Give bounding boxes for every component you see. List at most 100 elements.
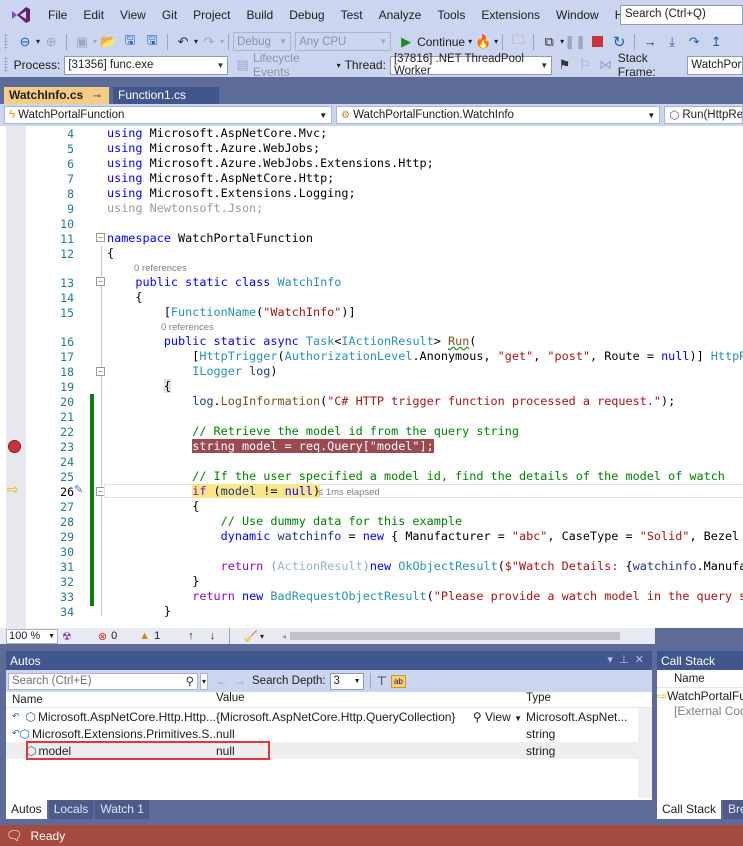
menu-view[interactable]: View	[112, 0, 154, 30]
column-header-value[interactable]: Value	[216, 692, 526, 707]
menu-project[interactable]: Project	[185, 0, 238, 30]
horizontal-scrollbar[interactable]	[289, 632, 620, 640]
pane-options-icon[interactable]: ▾	[607, 654, 613, 666]
stack-frame-select[interactable]: WatchPortalFunction	[687, 55, 743, 75]
zoom-select[interactable]: 100 % ▼	[6, 628, 58, 644]
tab-breakpoints[interactable]: Breakpoints	[723, 800, 743, 819]
hot-reload-dropdown-icon[interactable]: ▾	[494, 37, 498, 46]
autos-row-selected[interactable]: ⬡ model null string	[6, 741, 652, 760]
error-icon[interactable]: ⊗	[98, 630, 107, 643]
next-issue-icon[interactable]: ↓	[210, 630, 216, 642]
column-header-name[interactable]: Name	[6, 692, 216, 707]
browser-link-icon[interactable]: ⧉	[540, 33, 558, 51]
call-stack-column-header[interactable]: Name	[657, 670, 743, 688]
continue-play-icon[interactable]: ▶	[397, 33, 415, 51]
breakpoint-icon[interactable]	[8, 440, 21, 453]
hex-display-toggle-icon[interactable]: ab	[390, 674, 406, 688]
member-select[interactable]: ⬡ Run(HttpRequest req, ILogger log)	[664, 106, 743, 124]
menu-extensions[interactable]: Extensions	[473, 0, 548, 30]
column-header-type[interactable]: Type	[526, 692, 636, 707]
autos-row[interactable]: ↶ ⬡ Microsoft.Extensions.Primitives.S... n…	[6, 725, 652, 742]
set-next-statement-icon[interactable]: ✎	[74, 483, 83, 496]
call-stack-frame-current[interactable]: ⇨WatchPortalFunction.dll!WatchPortalFunc…	[657, 688, 743, 704]
error-count[interactable]: 0	[111, 630, 117, 642]
menu-file[interactable]: File	[40, 0, 75, 30]
autos-search-input[interactable]: Search (Ctrl+E) ⚲	[8, 672, 198, 690]
menu-analyze[interactable]: Analyze	[371, 0, 430, 30]
hot-reload-icon[interactable]: 🔥	[474, 33, 492, 51]
code-cleanup-icon[interactable]: 🧹	[244, 630, 258, 643]
previous-issue-icon[interactable]: ↑	[188, 630, 194, 642]
new-project-dropdown-icon[interactable]: ▾	[93, 37, 97, 46]
toolbar-grip[interactable]	[4, 57, 8, 73]
collapse-method-icon[interactable]: −	[96, 367, 105, 376]
notification-icon[interactable]: 🗨	[6, 828, 23, 844]
global-search-input[interactable]: Search (Ctrl+Q)	[620, 5, 743, 25]
search-forward-icon[interactable]: →	[234, 674, 246, 688]
type-select[interactable]: ⚙ WatchPortalFunction.WatchInfo ▼	[336, 106, 661, 124]
code-cleanup-dropdown-icon[interactable]: ▾	[260, 632, 264, 641]
thread-select[interactable]: [37816] .NET ThreadPool Worker ▼	[389, 53, 553, 77]
search-depth-select[interactable]: 3 ▼	[329, 672, 364, 690]
call-stack-frame[interactable]: [External Code]	[657, 704, 743, 720]
solution-platform-select[interactable]: Any CPU ▼	[295, 32, 392, 51]
menu-git[interactable]: Git	[154, 0, 185, 30]
break-all-icon[interactable]: ❚❚	[564, 33, 586, 51]
search-options-dropdown-icon[interactable]: ▾	[200, 672, 209, 690]
navigate-back-icon[interactable]: ⊖	[16, 33, 34, 51]
close-pane-icon[interactable]: ✕	[635, 654, 644, 666]
redo-dropdown-icon[interactable]: ▾	[220, 37, 224, 46]
menu-window[interactable]: Window	[548, 0, 607, 30]
lifecycle-events-button[interactable]: Lifecycle Events	[253, 51, 333, 79]
step-into-icon[interactable]: ⤓	[663, 33, 681, 51]
continue-dropdown-icon[interactable]: ▾	[468, 37, 472, 46]
undo-icon[interactable]: ↶	[174, 33, 192, 51]
undo-dropdown-icon[interactable]: ▾	[194, 37, 198, 46]
stop-debugging-icon[interactable]	[588, 33, 606, 51]
step-over-icon[interactable]: ↷	[685, 33, 703, 51]
restart-icon[interactable]: ↻	[610, 33, 628, 51]
tab-autos[interactable]: Autos	[6, 800, 47, 819]
autos-vertical-scrollbar[interactable]	[638, 708, 652, 798]
menu-edit[interactable]: Edit	[75, 0, 112, 30]
warning-count[interactable]: 1	[154, 630, 160, 642]
menu-debug[interactable]: Debug	[281, 0, 332, 30]
expand-threads-icon[interactable]: ⋈	[597, 56, 614, 74]
save-icon[interactable]: 🖫	[121, 32, 139, 51]
warning-icon[interactable]: ▲	[139, 630, 150, 642]
pin-pane-icon[interactable]: ⊥	[619, 654, 629, 666]
continue-button[interactable]: Continue	[417, 35, 465, 49]
search-backward-icon[interactable]: ←	[216, 674, 228, 688]
tab-watch-1[interactable]: Watch 1	[95, 800, 149, 819]
codelens-references[interactable]: 0 references	[134, 263, 187, 274]
codelens-references[interactable]: 0 references	[161, 322, 214, 333]
pin-to-source-icon[interactable]: ⊤	[377, 674, 387, 688]
new-project-icon[interactable]: ▣	[73, 33, 91, 51]
tab-watchinfo-cs[interactable]: WatchInfo.cs ⊸ ✕	[4, 87, 109, 120]
scroll-left-icon[interactable]: ◂	[282, 632, 286, 641]
menu-build[interactable]: Build	[239, 0, 282, 30]
show-next-statement-icon[interactable]: →	[641, 33, 659, 51]
pin-tab-icon[interactable]: ⊸	[93, 91, 101, 102]
lifecycle-dropdown-icon[interactable]: ▾	[337, 61, 341, 70]
collapse-namespace-icon[interactable]: −	[96, 233, 105, 242]
solution-configuration-select[interactable]: Debug ▼	[233, 32, 292, 51]
menu-test[interactable]: Test	[333, 0, 371, 30]
flag-all-threads-icon[interactable]: ⚐	[577, 56, 594, 74]
lifecycle-events-icon[interactable]: ▤	[234, 56, 251, 74]
copilot-icon[interactable]: ☢	[62, 630, 72, 643]
process-select[interactable]: [31356] func.exe ▼	[64, 55, 229, 75]
code-editor[interactable]: ⇨ − − − − 4 5 6 7 8 9 10 11 12 13 14 15 …	[0, 126, 743, 628]
visualizer-view-button[interactable]: ⚲ View ▼	[473, 710, 522, 724]
redo-icon[interactable]: ↷	[200, 33, 218, 51]
autos-row[interactable]: ↶ ⬡ Microsoft.AspNetCore.Http.Http... {Mic…	[6, 708, 652, 725]
back-dropdown-icon[interactable]: ▾	[36, 37, 40, 46]
collapse-class-icon[interactable]: −	[96, 277, 105, 286]
tab-locals[interactable]: Locals	[48, 800, 94, 819]
menu-tools[interactable]: Tools	[429, 0, 473, 30]
open-folder-icon[interactable]: 📂	[99, 33, 117, 51]
find-in-files-icon[interactable]: 🗀	[509, 32, 527, 51]
step-out-icon[interactable]: ↥	[707, 33, 725, 51]
tab-call-stack[interactable]: Call Stack	[657, 800, 722, 819]
tab-function1-cs[interactable]: Function1.cs	[113, 87, 219, 104]
